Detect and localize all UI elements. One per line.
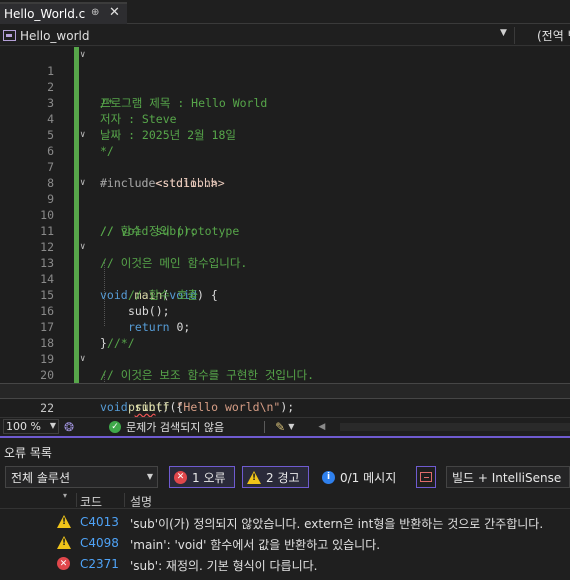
code-line-17: 17 }//*/ — [40, 320, 135, 350]
error-code-link[interactable]: C4013 — [80, 515, 119, 529]
error-row[interactable]: ! C4098 'main': 'void' 함수에서 값을 반환하고 있습니다… — [0, 533, 570, 553]
chevron-down-icon[interactable]: ▼ — [288, 422, 294, 431]
scope-dropdown[interactable]: (전역 범 — [514, 27, 570, 44]
divider — [76, 493, 77, 507]
code-line-5: 5 */ — [47, 128, 114, 158]
error-description: 'sub': 재정의. 기본 형식이 다릅니다. — [130, 559, 318, 573]
code-line-6: 6 ∨ #include<stdio.h> — [0, 127, 570, 190]
chevron-down-icon: ▼ — [146, 472, 153, 481]
navigation-bar: Hello_world ▼ (전역 범 — [0, 25, 570, 46]
errors-count: 1 오류 — [192, 470, 226, 485]
code-line-10: 10 // void sub(); — [40, 208, 197, 238]
code-line-4: 4 날짜 : 2025년 2월 18일 — [47, 112, 236, 142]
errors-filter-button[interactable]: ✕ 1 오류 — [169, 466, 235, 488]
error-description: 'sub'이(가) 정의되지 않았습니다. extern은 int형을 반환하는… — [130, 517, 544, 531]
tab-title: Hello_World.c — [4, 7, 86, 21]
code-line-11: 11 — [40, 224, 54, 238]
collapse-icon[interactable]: ∨ — [80, 47, 90, 63]
printf-call: printf("Hello world\n"); — [128, 400, 295, 414]
code-editor[interactable]: 1 ∨ /* 2 프로그램 제목 : Hello World 3 저자 : St… — [0, 47, 570, 417]
build-source-value: 빌드 + IntelliSense — [452, 470, 562, 485]
divider — [264, 420, 266, 433]
copilot-icon[interactable]: ❂ — [64, 420, 74, 434]
warnings-count: 2 경고 — [266, 470, 300, 485]
document-tab-bar: Hello_World.c ⊕ ✕ — [0, 0, 570, 24]
issues-status[interactable]: 문제가 검색되지 않음 — [126, 419, 224, 435]
error-icon: ✕ — [57, 557, 70, 570]
project-icon — [3, 30, 16, 41]
code-line-1: 1 ∨ /* — [0, 47, 570, 110]
column-code[interactable]: 코드 — [80, 493, 102, 510]
code-line-14: 14 // 함수 호출 — [40, 272, 199, 302]
project-name: Hello_world — [20, 28, 90, 43]
error-row[interactable]: ! C4013 'sub'이(가) 정의되지 않았습니다. extern은 in… — [0, 512, 570, 532]
pin-icon[interactable]: ⊕ — [91, 7, 99, 18]
sort-icon[interactable]: ▾ — [63, 491, 67, 500]
check-icon: ✓ — [109, 420, 122, 433]
code-line-15: 15 sub(); — [40, 288, 170, 318]
panel-title: 오류 목록 — [4, 446, 52, 460]
error-code-link[interactable]: C4098 — [80, 536, 119, 550]
code-line-8: 8 — [47, 176, 54, 190]
column-description[interactable]: 설명 — [130, 493, 152, 510]
code-line-12: 12 // 이것은 메인 함수입니다. — [40, 240, 248, 270]
code-line-2: 2 프로그램 제목 : Hello World — [47, 80, 268, 110]
messages-filter-button[interactable]: i 0/1 메시지 — [320, 466, 404, 488]
info-icon: i — [322, 470, 335, 484]
collapse-icon[interactable]: ∨ — [80, 239, 90, 255]
warning-icon: ! — [57, 515, 71, 528]
zoom-level: 100 % — [6, 420, 41, 433]
code-cleanup-icon[interactable]: ✎ — [275, 420, 285, 434]
error-icon: ✕ — [174, 470, 187, 484]
code-line-22: 22 } — [0, 383, 570, 415]
warnings-filter-button[interactable]: ! 2 경고 — [242, 466, 309, 488]
error-list-panel: 오류 목록 전체 솔루션 ▼ ✕ 1 오류 ! 2 경고 i 0/1 메시지 빌… — [0, 436, 570, 580]
filter-button[interactable] — [416, 466, 436, 488]
project-dropdown[interactable]: Hello_world — [3, 27, 513, 44]
error-list-header: ▾ 코드 설명 — [0, 491, 570, 509]
scope-select[interactable]: 전체 솔루션 ▼ — [5, 466, 158, 488]
chevron-down-icon[interactable]: ▼ — [500, 28, 507, 38]
code-line-13: 13 ∨ void main(void) { — [0, 239, 570, 302]
code-line-21: 21 printf("Hello world\n"); — [0, 367, 570, 414]
close-icon[interactable]: ✕ — [109, 5, 120, 20]
code-line-9: 9 ∨ // 함수 정의 prototype — [0, 175, 570, 238]
divider — [124, 493, 125, 507]
warning-icon: ! — [57, 536, 71, 549]
warning-icon: ! — [247, 470, 261, 484]
collapse-icon[interactable]: ∨ — [80, 351, 90, 367]
code-line-19: 19 // 이것은 보조 함수를 구현한 것입니다. — [40, 352, 315, 382]
collapse-icon[interactable]: ∨ — [80, 175, 90, 191]
error-code-link[interactable]: C2371 — [80, 557, 119, 571]
error-row[interactable]: ✕ C2371 'sub': 재정의. 기본 형식이 다릅니다. — [0, 554, 570, 574]
code-line-16: 16 return 0; — [40, 304, 191, 334]
editor-status-strip: 100 % ▼ ❂ ✓ 문제가 검색되지 않음 ✎ ▼ ◀ — [0, 417, 570, 435]
scroll-left-icon[interactable]: ◀ — [318, 422, 325, 432]
scope-value: 전체 솔루션 — [11, 470, 71, 485]
code-line-18: 18 — [40, 336, 54, 350]
code-line-3: 3 저자 : Steve — [47, 96, 177, 126]
filter-icon — [420, 472, 432, 482]
collapse-icon[interactable]: ∨ — [80, 127, 90, 143]
code-line-7: 7 #include<stdlib.h> — [47, 160, 225, 190]
code-line-20: 20 ∨ void sub() { — [0, 351, 570, 414]
zoom-dropdown[interactable]: 100 % ▼ — [3, 419, 59, 434]
messages-count: 0/1 메시지 — [340, 470, 397, 485]
horizontal-scrollbar[interactable] — [340, 423, 570, 431]
error-description: 'main': 'void' 함수에서 값을 반환하고 있습니다. — [130, 538, 381, 552]
build-source-select[interactable]: 빌드 + IntelliSense — [446, 466, 570, 488]
chevron-down-icon: ▼ — [49, 421, 56, 430]
tab-hello-world-c[interactable]: Hello_World.c ⊕ ✕ — [0, 2, 127, 24]
